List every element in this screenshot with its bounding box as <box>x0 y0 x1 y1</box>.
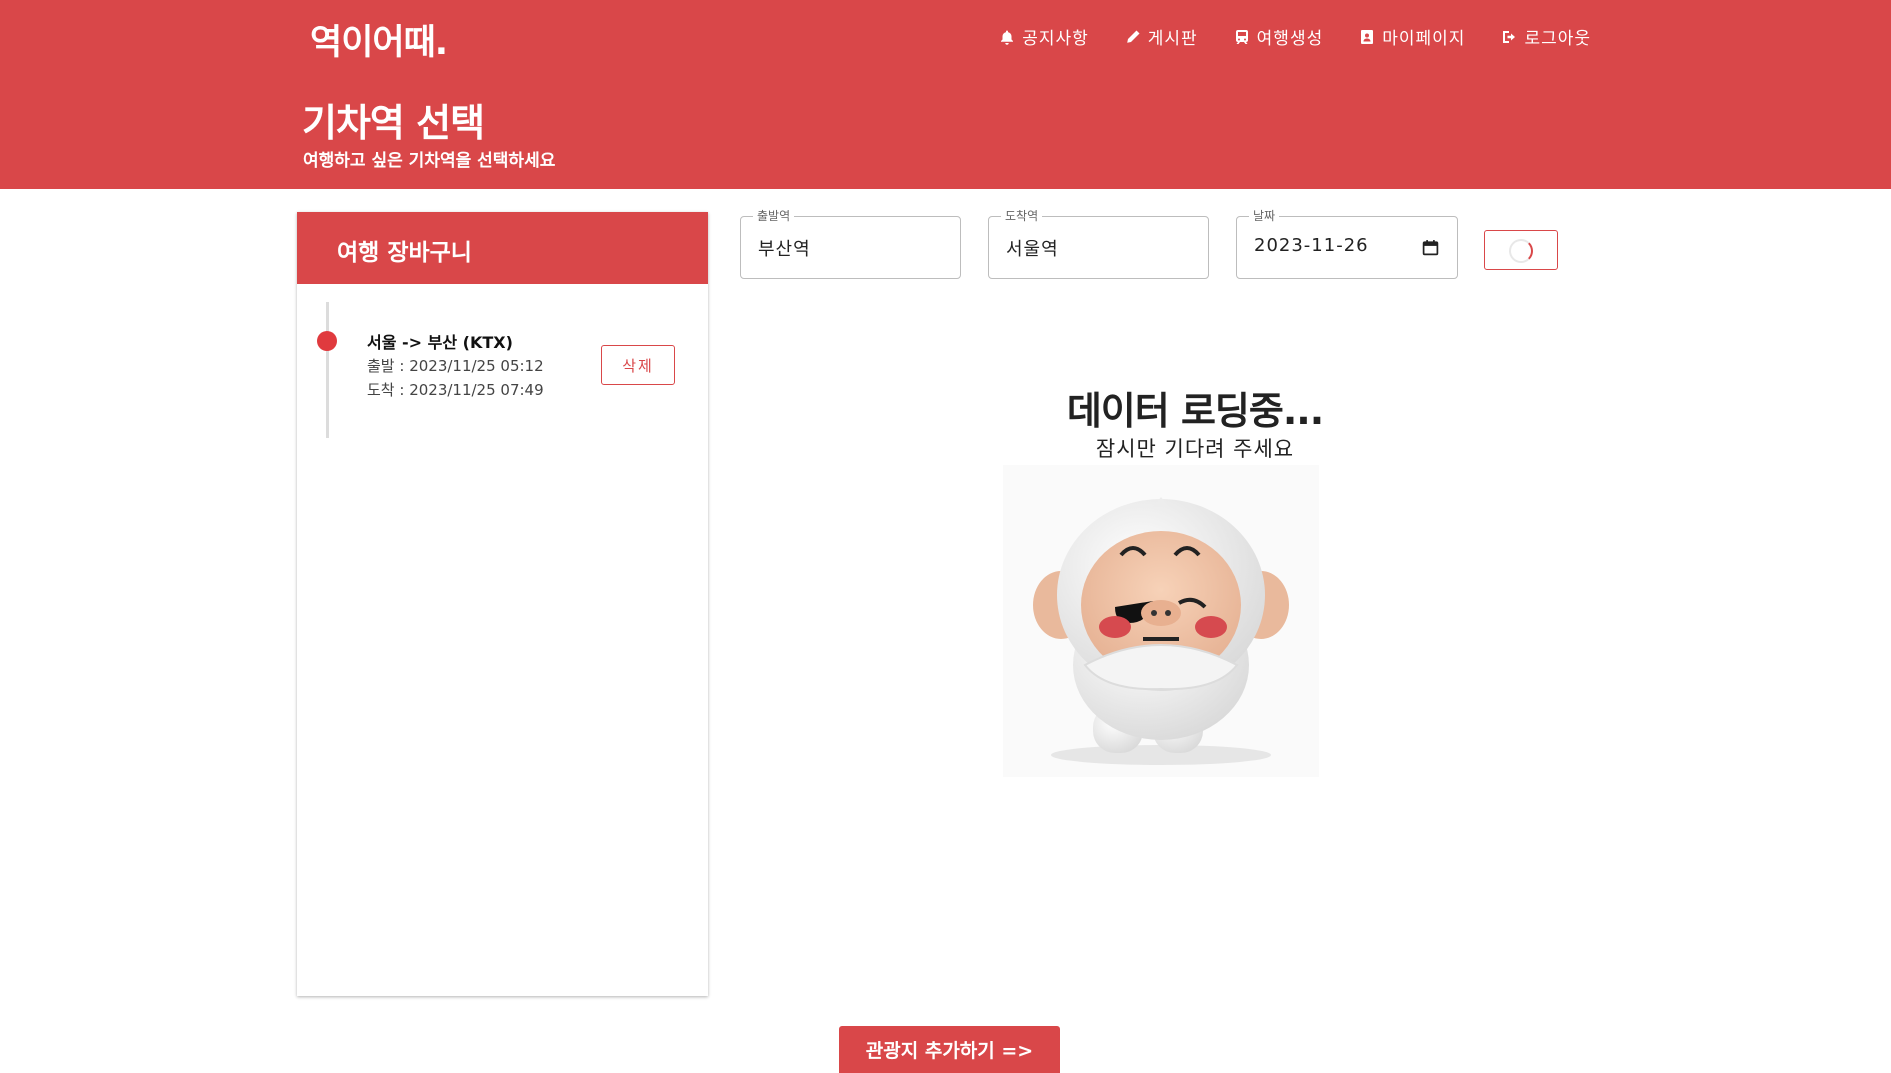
arrival-station-value: 서울역 <box>1006 239 1059 260</box>
loading-title: 데이터 로딩중... <box>1066 389 1324 433</box>
trip-item-title: 서울 -> 부산 (KTX) <box>367 333 513 352</box>
date-label: 날짜 <box>1249 208 1280 224</box>
nav-item-create-trip[interactable]: 여행생성 <box>1234 24 1324 49</box>
trip-cart-panel: 여행 장바구니 서울 -> 부산 (KTX) 출발 : 2023/11/25 0… <box>297 212 708 996</box>
logo[interactable]: 역이어때. <box>310 14 448 65</box>
trip-cart-title: 여행 장바구니 <box>297 212 708 284</box>
timeline-line <box>326 302 329 438</box>
page-subtitle: 여행하고 싶은 기차역을 선택하세요 <box>303 151 556 171</box>
calendar-icon[interactable] <box>1422 239 1439 256</box>
departure-station-label: 출발역 <box>753 208 795 224</box>
header: 역이어때. 공지사항 게시판 여행생성 마이페이지 로그아웃 기차역 선택 여행… <box>0 0 1891 189</box>
delete-trip-button[interactable]: 삭제 <box>601 345 675 385</box>
date-value: 2023-11-26 <box>1254 235 1369 256</box>
nav-item-logout-label: 로그아웃 <box>1524 29 1591 49</box>
train-icon <box>1235 29 1248 44</box>
departure-station-field[interactable]: 출발역 부산역 <box>740 208 961 279</box>
pencil-icon <box>1126 30 1140 43</box>
arrival-station-field[interactable]: 도착역 서울역 <box>988 208 1209 279</box>
add-attractions-button[interactable]: 관광지 추가하기 => <box>839 1026 1060 1073</box>
departure-station-value: 부산역 <box>758 239 811 260</box>
profile-icon <box>1361 29 1374 44</box>
loading-subtitle: 잠시만 기다려 주세요 <box>1095 437 1295 461</box>
logout-icon <box>1503 30 1516 43</box>
date-field[interactable]: 날짜 2023-11-26 <box>1236 208 1458 279</box>
nav-item-board-label: 게시판 <box>1147 29 1198 49</box>
search-loading-button[interactable] <box>1484 230 1558 270</box>
nav-item-board[interactable]: 게시판 <box>1125 24 1198 49</box>
bell-icon <box>1001 30 1014 45</box>
nav-item-notice-label: 공지사항 <box>1022 29 1089 49</box>
top-nav: 공지사항 게시판 여행생성 마이페이지 로그아웃 <box>999 24 1591 49</box>
timeline-dot <box>317 331 337 351</box>
nav-item-mypage[interactable]: 마이페이지 <box>1359 24 1465 49</box>
page-title: 기차역 선택 <box>302 101 485 145</box>
nav-item-mypage-label: 마이페이지 <box>1382 29 1466 49</box>
nav-item-logout[interactable]: 로그아웃 <box>1501 24 1591 49</box>
nav-item-create-trip-label: 여행생성 <box>1256 29 1324 49</box>
trip-item-arrival: 도착 : 2023/11/25 07:49 <box>367 381 544 399</box>
nav-item-notice[interactable]: 공지사항 <box>999 24 1089 49</box>
trip-item-departure: 출발 : 2023/11/25 05:12 <box>367 357 544 375</box>
spinner-icon <box>1509 239 1533 263</box>
arrival-station-label: 도착역 <box>1001 208 1043 224</box>
mascot-image <box>1003 465 1319 777</box>
